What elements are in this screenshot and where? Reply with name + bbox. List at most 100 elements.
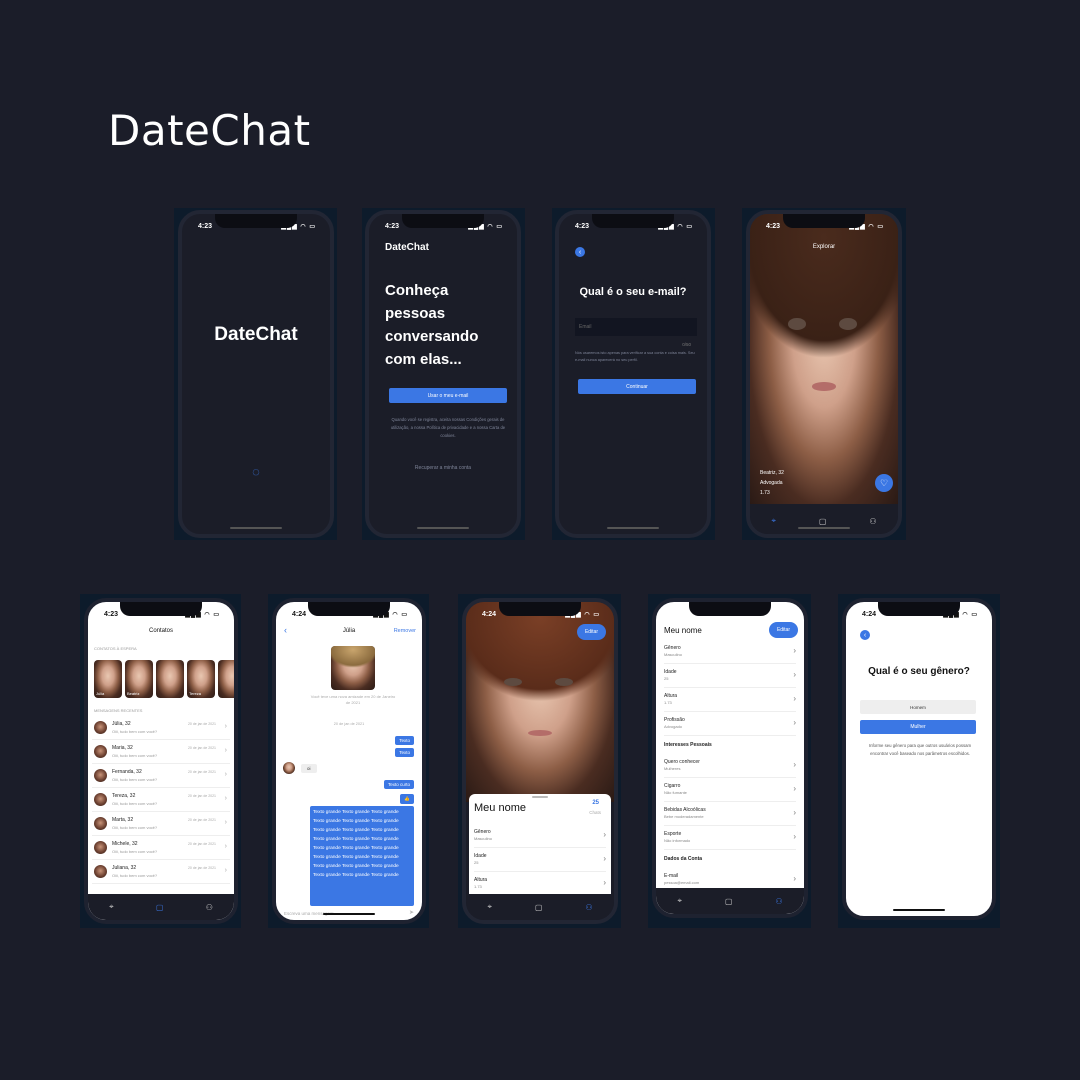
info-row[interactable]: Gênero Masculino ›: [474, 824, 606, 848]
card-chat: 4:24 ▂▄▆ ◠ ▭ ‹ Júlia Remover Você teve um…: [268, 594, 429, 928]
long-message-bubble: Texto grande Texto grande Texto grande T…: [310, 806, 414, 906]
info-row[interactable]: Bebidas Alcoólicas Bebe moderadamente ›: [664, 802, 796, 826]
email-question: Qual é o seu e-mail?: [579, 286, 687, 298]
photo-eye: [554, 678, 573, 686]
photo-lips: [528, 730, 552, 736]
chevron-right-icon: ›: [224, 795, 227, 802]
chevron-right-icon: ›: [224, 771, 227, 778]
gender-question: Qual é o seu gênero?: [868, 666, 970, 677]
recent-title: MENSAGENS RECENTES: [94, 708, 143, 713]
info-row[interactable]: Idade 25 ›: [664, 664, 796, 688]
contact-date: 20 de jan de 2021: [187, 746, 216, 750]
profile-name: Beatriz, 32: [760, 470, 784, 476]
contact-date: 20 de jan de 2021: [187, 794, 216, 798]
chevron-right-icon: ›: [224, 843, 227, 850]
tab-bar: ⌖ ▢ ⚇: [88, 894, 234, 920]
story-item[interactable]: Júlia: [94, 660, 122, 698]
row-value: 1.73: [474, 884, 482, 889]
chat-tab-icon[interactable]: ▢: [156, 903, 164, 912]
edit-button[interactable]: Editar: [576, 624, 606, 640]
photo-eye: [838, 318, 857, 330]
contact-row[interactable]: Marta, 32 Oiii, tudo bem com você? 20 de j…: [92, 812, 230, 836]
home-indicator: [893, 909, 945, 911]
map-tab-icon[interactable]: ⌖: [771, 516, 776, 526]
row-label: Altura: [474, 877, 488, 883]
map-tab-icon[interactable]: ⌖: [487, 902, 492, 912]
use-email-button[interactable]: Usar o meu e-mail: [389, 388, 507, 403]
loading-spinner-icon: ◌: [252, 464, 260, 479]
option-man-button[interactable]: Homem: [860, 700, 976, 714]
avatar: [94, 793, 107, 806]
profile-tab-icon[interactable]: ⚇: [585, 903, 592, 912]
row-value: Não informado: [664, 838, 691, 843]
profile-tab-icon[interactable]: ⚇: [206, 903, 213, 912]
notch: [689, 602, 771, 616]
info-row[interactable]: Altura 1.73 ›: [664, 688, 796, 712]
back-icon[interactable]: ‹: [575, 247, 585, 257]
row-label: Quero conhecer: [664, 759, 700, 765]
incoming-bubble: oi: [301, 764, 317, 773]
story-item[interactable]: [218, 660, 234, 698]
remove-button[interactable]: Remover: [394, 628, 416, 634]
home-indicator: [323, 913, 375, 915]
like-icon[interactable]: ♡: [875, 474, 893, 492]
option-woman-button[interactable]: Mulher: [860, 720, 976, 734]
continue-button[interactable]: Continuar: [578, 379, 696, 394]
profile-job: Advogada: [760, 480, 783, 486]
chat-date: 20 de jan de 2021: [333, 722, 365, 726]
send-icon[interactable]: ➤: [409, 909, 414, 916]
info-row[interactable]: Altura 1.73 ›: [474, 872, 606, 896]
back-icon[interactable]: ‹: [860, 630, 870, 640]
avatar: [94, 721, 107, 734]
sheet-handle: [532, 796, 548, 798]
profile-tab-icon[interactable]: ⚇: [869, 517, 876, 526]
contact-row[interactable]: Júlia, 32 Oiii, tudo bem com você? 20 de j…: [92, 716, 230, 740]
info-row[interactable]: Cigarro Não fumante ›: [664, 778, 796, 802]
row-value: Advogado: [664, 724, 683, 729]
chat-tab-icon[interactable]: ▢: [819, 517, 827, 526]
row-label: Idade: [664, 669, 677, 675]
chevron-right-icon: ›: [224, 723, 227, 730]
card-contacts: 4:23 ▂▄▆ ◠ ▭ Contatos CONTATOS À ESPERA J…: [80, 594, 241, 928]
story-item[interactable]: Beatriz: [125, 660, 153, 698]
phone-welcome: 4:23 ▂▄▆ ◠ ▭ DateChat Conheça pessoas con…: [365, 210, 521, 538]
terms-text[interactable]: Quando você se registra, aceita nossas C…: [387, 416, 509, 440]
contact-message: Oiii, tudo bem com você?: [112, 825, 158, 830]
home-indicator: [798, 527, 850, 529]
notch: [308, 602, 390, 616]
row-value: 25: [664, 676, 669, 681]
map-tab-icon[interactable]: ⌖: [109, 902, 114, 912]
row-value: Não fumante: [664, 790, 687, 795]
message-bubble: Texto curto: [383, 780, 414, 789]
info-row[interactable]: Esporte Não informado ›: [664, 826, 796, 850]
map-tab-icon[interactable]: ⌖: [677, 896, 682, 906]
contact-row[interactable]: Fernanda, 32 Oiii, tudo bem com você? 20 d…: [92, 764, 230, 788]
contact-message: Oiii, tudo bem com você?: [112, 753, 158, 758]
notch: [120, 602, 202, 616]
info-row[interactable]: Gênero Masculino ›: [664, 640, 796, 664]
recover-account-link[interactable]: Recuperar a minha conta: [369, 464, 517, 472]
info-row[interactable]: Quero conhecer Mulheres ›: [664, 754, 796, 778]
match-photo: [331, 646, 375, 690]
info-row[interactable]: Profissão Advogado ›: [664, 712, 796, 736]
contact-row[interactable]: Tereza, 32 Oiii, tudo bem com você? 20 de …: [92, 788, 230, 812]
profile-tab-icon[interactable]: ⚇: [775, 897, 782, 906]
profile-height: 1.73: [760, 490, 770, 496]
stories-title: CONTATOS À ESPERA: [94, 646, 137, 651]
explore-header: Explorar: [812, 244, 836, 250]
contact-row[interactable]: Maria, 32 Oiii, tudo bem com você? 20 de j…: [92, 740, 230, 764]
chat-tab-icon[interactable]: ▢: [725, 897, 733, 906]
contact-row[interactable]: Michele, 32 Oiii, tudo bem com você? 20 de…: [92, 836, 230, 860]
story-item[interactable]: Tereza: [187, 660, 215, 698]
phone-profile: 4:24 ▂▄▆ ◠ ▭ Editar Meu nome 25 Chats Gên…: [462, 598, 618, 924]
story-item[interactable]: [156, 660, 184, 698]
chevron-right-icon: ›: [603, 878, 606, 887]
contact-row[interactable]: Juliana, 32 Oiii, tudo bem com você? 20 de…: [92, 860, 230, 884]
email-input[interactable]: Email: [575, 318, 697, 336]
contact-name: Tereza, 32: [112, 793, 136, 799]
chat-tab-icon[interactable]: ▢: [535, 903, 543, 912]
card-gender: 4:24 ▂▄▆ ◠ ▭ ‹ Qual é o seu gênero? Homem…: [838, 594, 1000, 928]
info-row[interactable]: Idade 25 ›: [474, 848, 606, 872]
contact-name: Michele, 32: [112, 841, 138, 847]
edit-button[interactable]: Editar: [768, 622, 798, 638]
